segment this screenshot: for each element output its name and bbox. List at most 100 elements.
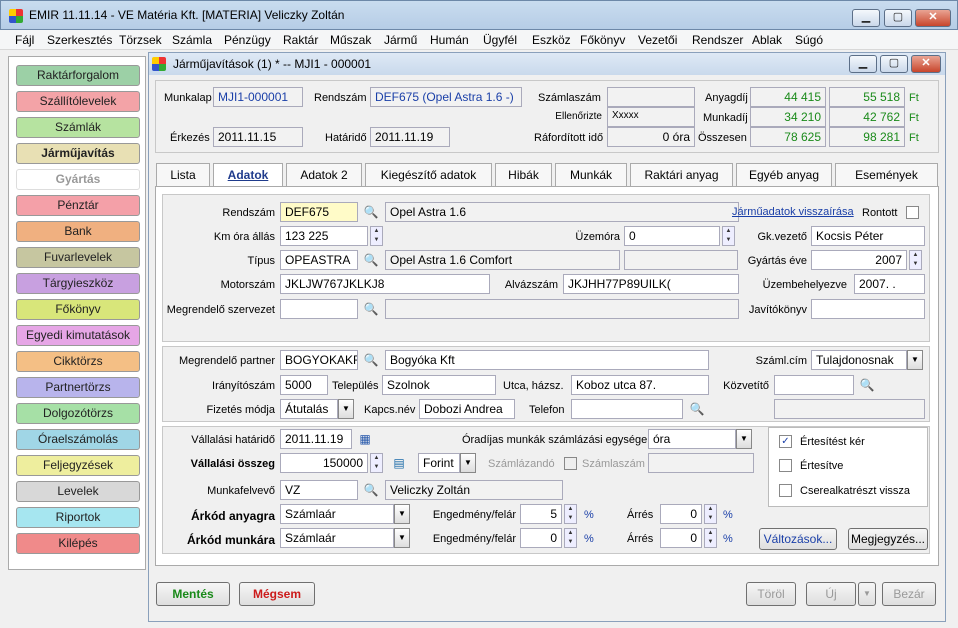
tab-adatok[interactable]: Adatok (213, 163, 283, 187)
sidebar-item-oraelszamolas[interactable]: Óraelszámolás (16, 429, 140, 450)
search-icon[interactable]: 🔍 (362, 251, 380, 269)
uzemora-input[interactable]: 0 (624, 226, 720, 246)
chevron-down-icon[interactable]: ▼ (394, 528, 410, 548)
search-icon[interactable]: 🔍 (362, 351, 380, 369)
tab-hibak[interactable]: Hibák (495, 163, 552, 187)
sidebar-item-partnertorzs[interactable]: Partnertörzs (16, 377, 140, 398)
menu-item[interactable]: Műszak (330, 33, 371, 47)
menu-item[interactable]: Raktár (283, 33, 318, 47)
tipus-input[interactable]: OPEASTRA (280, 250, 358, 270)
javitokonyv-input[interactable] (811, 299, 925, 319)
maximize-button[interactable]: ▢ (884, 9, 912, 27)
chevron-down-icon[interactable]: ▼ (460, 453, 476, 473)
menu-item[interactable]: Humán (430, 33, 469, 47)
chevron-down-icon[interactable]: ▼ (736, 429, 752, 449)
menu-item[interactable]: Vezetői (638, 33, 677, 47)
alvazszam-input[interactable]: JKJHH77P89UILK( (563, 274, 739, 294)
arres1-input[interactable]: 0 (660, 504, 702, 524)
rendszam-input[interactable]: DEF675 (280, 202, 358, 222)
szamlacim-select[interactable]: Tulajdonosnak (811, 350, 907, 370)
engedmeny1-spinner[interactable]: ▲ ▼ (564, 504, 577, 524)
chevron-down-icon[interactable]: ▼ (394, 504, 410, 524)
rontott-checkbox[interactable] (906, 206, 919, 219)
save-button[interactable]: Mentés (156, 582, 230, 606)
utca-input[interactable]: Koboz utca 87. (571, 375, 709, 395)
csere-checkbox[interactable] (779, 484, 792, 497)
engedmeny2-spinner[interactable]: ▲ ▼ (564, 528, 577, 548)
jarmuadatok-link[interactable]: Járműadatok visszaírása (732, 206, 854, 218)
sidebar-item-egyedi-kimutatasok[interactable]: Egyedi kimutatások (16, 325, 140, 346)
sidebar-item-cikktorzs[interactable]: Cikktörzs (16, 351, 140, 372)
fizmod-select[interactable]: Átutalás (280, 399, 338, 419)
menu-item[interactable]: Törzsek (119, 33, 162, 47)
kmora-spinner[interactable]: ▲ ▼ (370, 226, 383, 246)
arres2-spinner[interactable]: ▲ ▼ (704, 528, 717, 548)
oradij-select[interactable]: óra (648, 429, 736, 449)
uzembe-input[interactable]: 2007. . (854, 274, 925, 294)
search-icon[interactable]: 🔍 (688, 400, 706, 418)
close-form-button[interactable]: Bezár (882, 582, 936, 606)
engedmeny1-input[interactable]: 5 (520, 504, 562, 524)
ertesitest-checkbox[interactable]: ✓ (779, 435, 792, 448)
sidebar-item-bank[interactable]: Bank (16, 221, 140, 242)
cancel-button[interactable]: Mégsem (239, 582, 315, 606)
chevron-down-icon[interactable]: ▼ (907, 350, 923, 370)
tab-munkak[interactable]: Munkák (555, 163, 627, 187)
megjegyzes-button[interactable]: Megjegyzés... (848, 528, 928, 550)
vosszeg-input[interactable]: 150000 (280, 453, 368, 473)
szamlazando-checkbox[interactable] (564, 457, 577, 470)
search-icon[interactable]: 🔍 (858, 376, 876, 394)
sidebar-item-fuvarlevelek[interactable]: Fuvarlevelek (16, 247, 140, 268)
kapcs-input[interactable]: Dobozi Andrea (419, 399, 515, 419)
uzemora-spinner[interactable]: ▲ ▼ (722, 226, 735, 246)
sidebar-item-fokonyv[interactable]: Főkönyv (16, 299, 140, 320)
tab-esemenyek[interactable]: Események (835, 163, 938, 187)
gkvezeto-input[interactable]: Kocsis Péter (811, 226, 925, 246)
sidebar-item-gyartas[interactable]: Gyártás (16, 169, 140, 190)
menu-item[interactable]: Ablak (752, 33, 782, 47)
sidebar-item-dolgozotorzs[interactable]: Dolgozótörzs (16, 403, 140, 424)
ertesitve-checkbox[interactable] (779, 459, 792, 472)
arres2-input[interactable]: 0 (660, 528, 702, 548)
munkafelvevo-input[interactable]: VZ (280, 480, 358, 500)
tab-adatok2[interactable]: Adatok 2 (286, 163, 362, 187)
delete-button[interactable]: Töröl (746, 582, 796, 606)
vhatarido-input[interactable]: 2011.11.19 (280, 429, 352, 449)
menu-item[interactable]: Fájl (15, 33, 34, 47)
kmora-input[interactable]: 123 225 (280, 226, 368, 246)
motorszam-input[interactable]: JKLJW767JKLKJ8 (280, 274, 490, 294)
sidebar-item-riportok[interactable]: Riportok (16, 507, 140, 528)
calendar-icon[interactable]: ▦ (356, 430, 374, 448)
tab-kiegeszito[interactable]: Kiegészítő adatok (365, 163, 492, 187)
menu-item[interactable]: Szerkesztés (47, 33, 112, 47)
tab-raktari-anyag[interactable]: Raktári anyag (630, 163, 733, 187)
gyartasev-spinner[interactable]: ▲ ▼ (909, 250, 922, 270)
partner-input[interactable]: BOGYOKAKF (280, 350, 358, 370)
search-icon[interactable]: 🔍 (362, 481, 380, 499)
sidebar-item-levelek[interactable]: Levelek (16, 481, 140, 502)
search-icon[interactable]: 🔍 (362, 203, 380, 221)
kozvetito-input[interactable] (774, 375, 854, 395)
tab-egyeb-anyag[interactable]: Egyéb anyag (736, 163, 832, 187)
sidebar-item-penztar[interactable]: Pénztár (16, 195, 140, 216)
sidebar-item-jarmujavitas[interactable]: Járműjavítás (16, 143, 140, 164)
menu-item[interactable]: Számla (172, 33, 212, 47)
menu-item[interactable]: Súgó (795, 33, 823, 47)
arres1-spinner[interactable]: ▲ ▼ (704, 504, 717, 524)
search-icon[interactable]: 🔍 (362, 300, 380, 318)
sidebar-item-szamlak[interactable]: Számlák (16, 117, 140, 138)
vosszeg-spinner[interactable]: ▲ ▼ (370, 453, 383, 473)
menu-item[interactable]: Pénzügy (224, 33, 271, 47)
menu-item[interactable]: Rendszer (692, 33, 743, 47)
menu-item[interactable]: Eszköz (532, 33, 571, 47)
doc-restore-button[interactable]: ▢ (880, 55, 908, 73)
menu-item[interactable]: Jármű (384, 33, 417, 47)
engedmeny2-input[interactable]: 0 (520, 528, 562, 548)
close-button[interactable]: ✕ (915, 9, 951, 27)
tab-lista[interactable]: Lista (156, 163, 210, 187)
sidebar-item-raktarforgalom[interactable]: Raktárforgalom (16, 65, 140, 86)
menu-item[interactable]: Főkönyv (580, 33, 625, 47)
arkod-anyag-select[interactable]: Számlaár (280, 504, 394, 524)
doc-close-button[interactable]: ✕ (911, 55, 941, 73)
new-dropdown-icon[interactable]: ▼ (858, 582, 876, 606)
